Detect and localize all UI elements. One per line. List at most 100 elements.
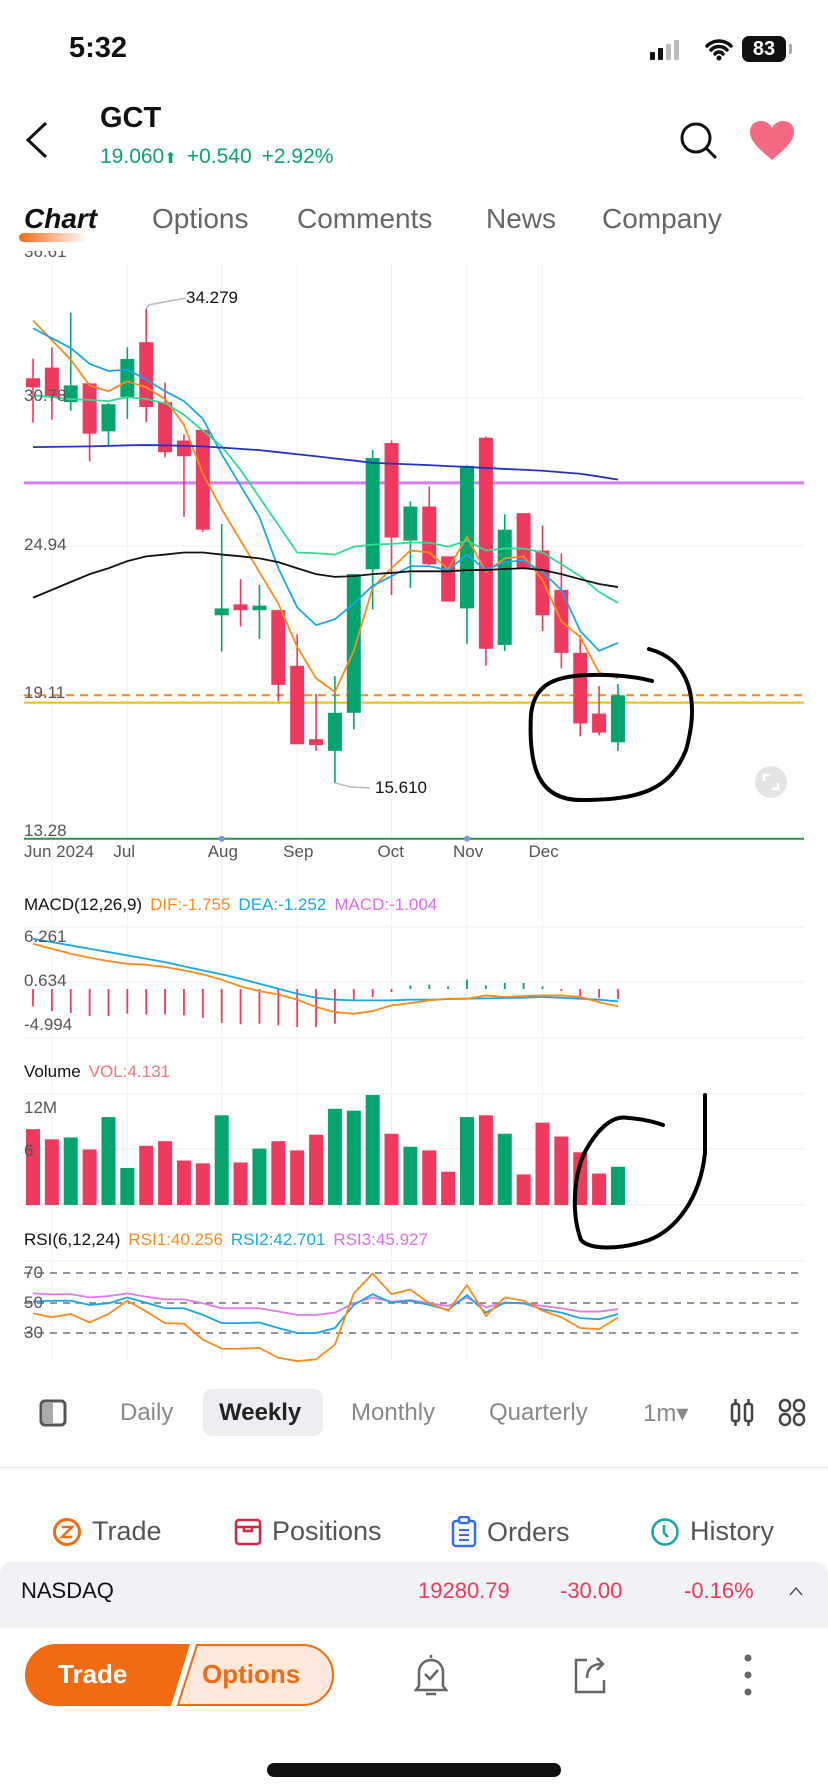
candle-body — [573, 652, 588, 724]
candle-body — [214, 608, 229, 616]
candle-body — [101, 404, 116, 432]
rsi-y-label: 50 — [24, 1293, 43, 1312]
index-change: -30.00 — [560, 1578, 623, 1603]
volume-bar — [101, 1117, 116, 1205]
price-alert-bell-icon[interactable] — [410, 1652, 452, 1698]
period-daily[interactable]: Daily — [120, 1399, 173, 1427]
home-indicator — [267, 1763, 561, 1777]
y-label: 13.28 — [24, 821, 67, 840]
volume-bar — [346, 1110, 361, 1205]
candlestick-type-icon[interactable] — [728, 1398, 756, 1428]
volume-bar — [44, 1139, 59, 1205]
chevron-up-icon[interactable] — [788, 1585, 804, 1597]
moving-average-line — [32, 394, 619, 604]
candle-body — [327, 712, 342, 751]
volume-bar — [82, 1149, 97, 1205]
volume-bar — [214, 1115, 229, 1205]
candle-body — [233, 604, 248, 611]
trade-button[interactable]: Trade — [58, 1659, 127, 1690]
orders-action[interactable]: Orders — [451, 1516, 570, 1548]
candle-body — [403, 506, 418, 541]
candle-body — [535, 550, 550, 616]
volume-bar — [120, 1168, 135, 1205]
volume-bar — [460, 1117, 475, 1205]
candle-body — [120, 358, 135, 398]
share-icon[interactable] — [570, 1652, 610, 1696]
sidebar-toggle-icon[interactable] — [39, 1399, 67, 1427]
candle-body — [497, 529, 512, 645]
volume-bar — [158, 1141, 173, 1205]
orders-icon — [451, 1516, 477, 1548]
annotation-leader — [334, 782, 370, 789]
candle-body — [176, 440, 191, 457]
volume-bar — [365, 1094, 380, 1205]
volume-bar — [441, 1171, 456, 1205]
volume-bar — [592, 1173, 607, 1205]
event-marker — [464, 835, 471, 842]
positions-action[interactable]: Positions — [234, 1516, 382, 1547]
x-tick-label: Dec — [528, 842, 559, 861]
volume-bar — [554, 1136, 569, 1205]
volume-bar — [195, 1163, 210, 1205]
volume-bar — [290, 1150, 305, 1205]
volume-bar — [233, 1162, 248, 1205]
volume-bar — [252, 1148, 267, 1205]
candle-body — [195, 429, 210, 530]
volume-bar — [422, 1150, 437, 1205]
candle-body — [478, 437, 493, 649]
divider — [0, 1467, 828, 1468]
volume-bar — [271, 1141, 286, 1205]
volume-y-label: 12M — [24, 1098, 58, 1117]
index-name: NASDAQ — [21, 1578, 114, 1603]
low-annotation: 15.610 — [375, 778, 427, 797]
candle-body — [365, 458, 380, 570]
interval-dropdown[interactable]: 1m▾ — [643, 1399, 688, 1428]
volume-bar — [139, 1145, 154, 1205]
price-chart[interactable] — [0, 0, 828, 1380]
candle-body — [610, 695, 625, 743]
indicators-grid-icon[interactable] — [778, 1398, 806, 1428]
annotation-leader — [145, 297, 187, 310]
period-weekly[interactable]: Weekly — [219, 1399, 301, 1427]
volume-bar — [497, 1133, 512, 1205]
macd-header: MACD(12,26,9) DIF:-1.755 DEA:-1.252 MACD… — [24, 895, 438, 914]
y-label: 30.78 — [24, 386, 67, 405]
trade-action[interactable]: Trade — [52, 1516, 162, 1547]
volume-bar — [516, 1174, 531, 1205]
x-tick-label: Jun 2024 — [24, 842, 94, 861]
x-tick-label: Nov — [453, 842, 484, 861]
options-button[interactable]: Options — [202, 1659, 300, 1690]
volume-bar — [535, 1122, 550, 1205]
candle-body — [592, 713, 607, 733]
history-action[interactable]: History — [650, 1516, 774, 1547]
event-marker — [218, 835, 225, 842]
x-tick-label: Sep — [283, 842, 314, 861]
index-change-pct: -0.16% — [684, 1578, 754, 1603]
volume-bar — [327, 1108, 342, 1205]
rsi-y-label: 30 — [24, 1323, 43, 1342]
macd-y-label: -4.994 — [24, 1015, 73, 1034]
macd-y-label: 0.634 — [24, 971, 67, 990]
high-annotation: 34.279 — [186, 288, 238, 307]
fullscreen-icon — [755, 766, 787, 798]
positions-icon — [234, 1518, 262, 1545]
more-options-icon[interactable] — [740, 1653, 756, 1697]
rsi-header: RSI(6,12,24) RSI1:40.256 RSI2:42.701 RSI… — [24, 1230, 428, 1249]
volume-bar — [309, 1134, 324, 1205]
candle-body — [252, 605, 267, 611]
period-monthly[interactable]: Monthly — [351, 1399, 435, 1427]
index-value: 19280.79 — [418, 1578, 510, 1603]
volume-bar — [384, 1133, 399, 1205]
volume-bar — [403, 1146, 418, 1205]
rsi-y-label: 70 — [24, 1263, 43, 1282]
candle-body — [271, 610, 286, 685]
candle-body — [290, 665, 305, 745]
y-label: 24.94 — [24, 535, 67, 554]
period-quarterly[interactable]: Quarterly — [489, 1399, 588, 1427]
candle-body — [441, 556, 456, 602]
volume-bar — [63, 1137, 78, 1205]
x-tick-label: Aug — [207, 842, 238, 861]
volume-bar — [610, 1166, 625, 1205]
x-tick-label: Jul — [113, 842, 136, 861]
x-tick-label: Oct — [377, 842, 404, 861]
